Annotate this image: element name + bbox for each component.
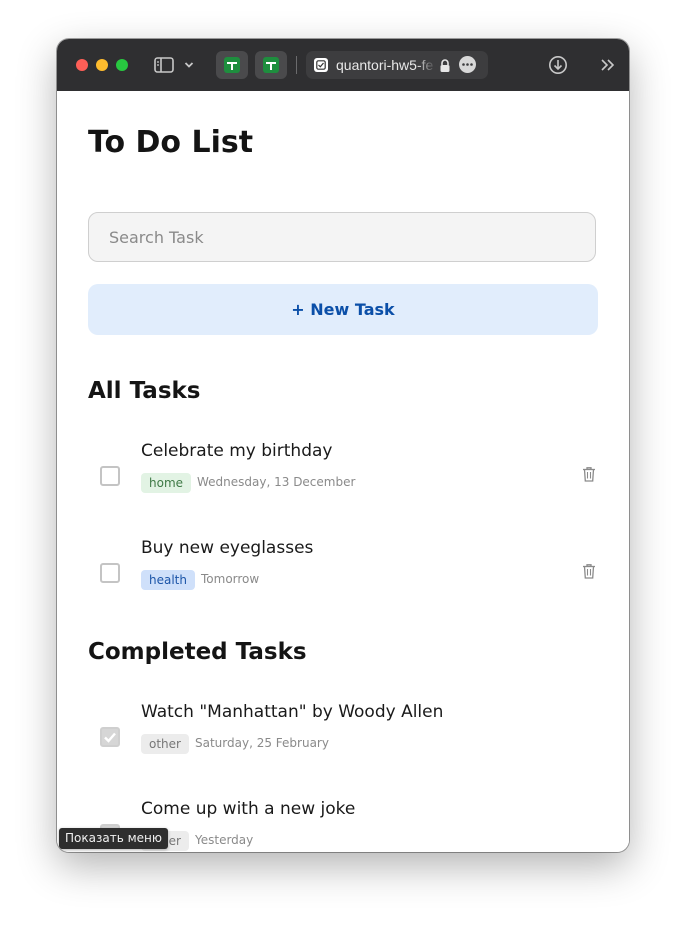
chevron-down-icon[interactable] [182, 55, 196, 75]
download-icon[interactable] [547, 54, 569, 76]
sidebar-icon[interactable] [153, 55, 175, 75]
show-menu-tooltip: Показать меню [59, 828, 168, 849]
trash-icon[interactable] [582, 466, 598, 484]
pinned-tab-sheets-2[interactable] [255, 51, 287, 79]
completed-tasks-heading: Completed Tasks [88, 639, 307, 665]
search-input[interactable] [88, 212, 596, 262]
task-checkbox-checked[interactable] [100, 727, 120, 747]
task-tag: health [141, 570, 195, 590]
task-item: Buy new eyeglasses health Tomorrow [88, 538, 608, 608]
trash-icon[interactable] [582, 563, 598, 581]
task-title: Come up with a new joke [141, 799, 356, 819]
task-checkbox[interactable] [100, 563, 120, 583]
zoom-window-button[interactable] [116, 59, 128, 71]
browser-toolbar: quantori-hw5-fe [57, 39, 629, 91]
page-title: To Do List [88, 125, 254, 160]
address-bar[interactable]: quantori-hw5-fe [306, 51, 488, 79]
pinned-tab-sheets-1[interactable] [216, 51, 248, 79]
task-item: Celebrate my birthday home Wednesday, 13… [88, 441, 608, 511]
google-sheets-icon [263, 57, 279, 73]
page-content: To Do List + New Task All Tasks Celebrat… [57, 91, 629, 852]
toolbar-divider [296, 56, 297, 74]
task-title: Celebrate my birthday [141, 441, 333, 461]
more-icon[interactable] [459, 56, 476, 73]
url-text: quantori-hw5-fe [336, 57, 434, 73]
minimize-window-button[interactable] [96, 59, 108, 71]
task-item: Watch "Manhattan" by Woody Allen other S… [88, 702, 608, 772]
task-date: Tomorrow [201, 572, 260, 586]
task-date: Saturday, 25 February [195, 736, 329, 750]
browser-window: quantori-hw5-fe To Do List Search Task +… [57, 39, 629, 852]
task-tag: home [141, 473, 192, 493]
task-title: Watch "Manhattan" by Woody Allen [141, 702, 444, 722]
task-tag: other [141, 734, 189, 754]
task-date: Wednesday, 13 December [197, 475, 356, 489]
overflow-chevron-icon[interactable] [598, 55, 618, 75]
lock-icon [439, 58, 451, 72]
new-task-button[interactable]: + New Task [88, 284, 598, 335]
close-window-button[interactable] [76, 59, 88, 71]
google-sheets-icon [224, 57, 240, 73]
task-title: Buy new eyeglasses [141, 538, 314, 558]
task-checkbox[interactable] [100, 466, 120, 486]
task-date: Yesterday [195, 833, 254, 847]
checkbox-favicon-icon [314, 58, 328, 72]
all-tasks-heading: All Tasks [88, 378, 201, 404]
